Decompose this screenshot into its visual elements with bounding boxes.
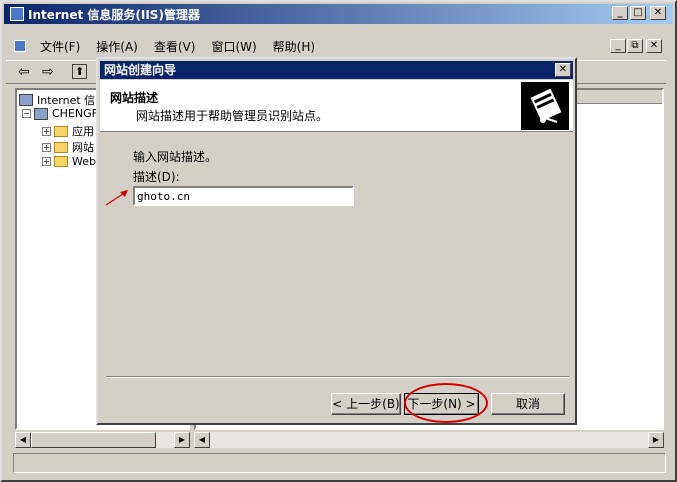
expand-icon[interactable]: + bbox=[42, 157, 51, 166]
scroll-thumb[interactable] bbox=[31, 432, 156, 448]
menu-help[interactable]: 帮助(H) bbox=[265, 38, 323, 55]
tree-item-label: Web bbox=[72, 155, 96, 168]
tree-item[interactable]: + Web bbox=[42, 155, 96, 168]
wizard-step-title: 网站描述 bbox=[110, 91, 159, 105]
scroll-left-icon[interactable]: ◀ bbox=[15, 432, 31, 448]
tree-root[interactable]: Internet 信 bbox=[19, 92, 95, 108]
tree-root-label: Internet 信 bbox=[37, 94, 96, 107]
wizard-icon bbox=[521, 82, 569, 130]
back-arrow-icon[interactable]: ⇦ bbox=[18, 64, 30, 80]
tree-item-label: 网站 bbox=[72, 141, 94, 154]
status-bar bbox=[13, 453, 666, 473]
mdi-minimize-button[interactable]: _ bbox=[610, 39, 626, 53]
menu-file[interactable]: 文件(F) bbox=[32, 38, 88, 55]
dialog-title: 网站创建向导 bbox=[100, 61, 573, 79]
scroll-left-icon[interactable]: ◀ bbox=[194, 432, 210, 448]
description-label: 描述(D): bbox=[133, 170, 180, 184]
server-icon bbox=[34, 107, 48, 120]
iis-app-icon bbox=[10, 7, 24, 21]
window-title: Internet 信息服务(IIS)管理器 bbox=[28, 7, 200, 22]
back-button[interactable]: < 上一步(B) bbox=[331, 393, 401, 415]
minimize-button[interactable]: _ bbox=[612, 6, 628, 20]
description-input[interactable] bbox=[133, 186, 354, 206]
wizard-header: 网站描述 网站描述用于帮助管理员识别站点。 bbox=[100, 80, 573, 132]
maximize-button[interactable]: □ bbox=[630, 6, 646, 20]
tree-item[interactable]: + 应用 bbox=[42, 123, 94, 139]
folder-icon bbox=[54, 156, 68, 167]
close-button[interactable]: ✕ bbox=[650, 6, 666, 20]
wizard-step-subtitle: 网站描述用于帮助管理员识别站点。 bbox=[136, 109, 329, 123]
collapse-icon[interactable]: − bbox=[22, 109, 31, 118]
folder-icon bbox=[54, 141, 68, 153]
forward-arrow-icon[interactable]: ⇨ bbox=[42, 64, 54, 80]
menu-view[interactable]: 查看(V) bbox=[146, 38, 204, 55]
tree-item[interactable]: + 网站 bbox=[42, 139, 94, 155]
tree-item-label: 应用 bbox=[72, 125, 94, 138]
cancel-button[interactable]: 取消 bbox=[491, 393, 565, 415]
menu-window[interactable]: 窗口(W) bbox=[203, 38, 264, 55]
mdi-close-button[interactable]: ✕ bbox=[646, 39, 662, 53]
tree-server[interactable]: − CHENGFA bbox=[22, 107, 105, 120]
button-separator bbox=[106, 376, 569, 378]
expand-icon[interactable]: + bbox=[42, 142, 51, 152]
next-button-highlight-circle bbox=[404, 383, 488, 423]
scroll-right-icon[interactable]: ▶ bbox=[174, 432, 190, 448]
details-scrollbar[interactable]: ◀ ▶ bbox=[194, 432, 664, 448]
red-annotation-arrow-icon bbox=[105, 190, 128, 206]
website-wizard-dialog: 网站创建向导 ✕ 网站描述 网站描述用于帮助管理员识别站点。 输入网站描述。 描… bbox=[96, 57, 577, 425]
instruction-text: 输入网站描述。 bbox=[133, 150, 218, 164]
expand-icon[interactable]: + bbox=[42, 126, 51, 136]
folder-icon bbox=[54, 125, 68, 137]
menu-bar: 文件(F) 操作(A) 查看(V) 窗口(W) 帮助(H) bbox=[6, 36, 323, 56]
mdi-restore-button[interactable]: ⧉ bbox=[627, 39, 643, 53]
scroll-right-icon[interactable]: ▶ bbox=[648, 432, 664, 448]
up-folder-icon[interactable]: ⬆ bbox=[72, 64, 88, 79]
menu-action[interactable]: 操作(A) bbox=[88, 38, 146, 55]
title-bar: Internet 信息服务(IIS)管理器 bbox=[4, 4, 673, 24]
mmc-icon bbox=[14, 40, 26, 52]
dialog-close-button[interactable]: ✕ bbox=[555, 63, 571, 77]
tree-scrollbar[interactable]: ◀ ▶ bbox=[15, 432, 190, 448]
iis-icon bbox=[19, 94, 33, 106]
